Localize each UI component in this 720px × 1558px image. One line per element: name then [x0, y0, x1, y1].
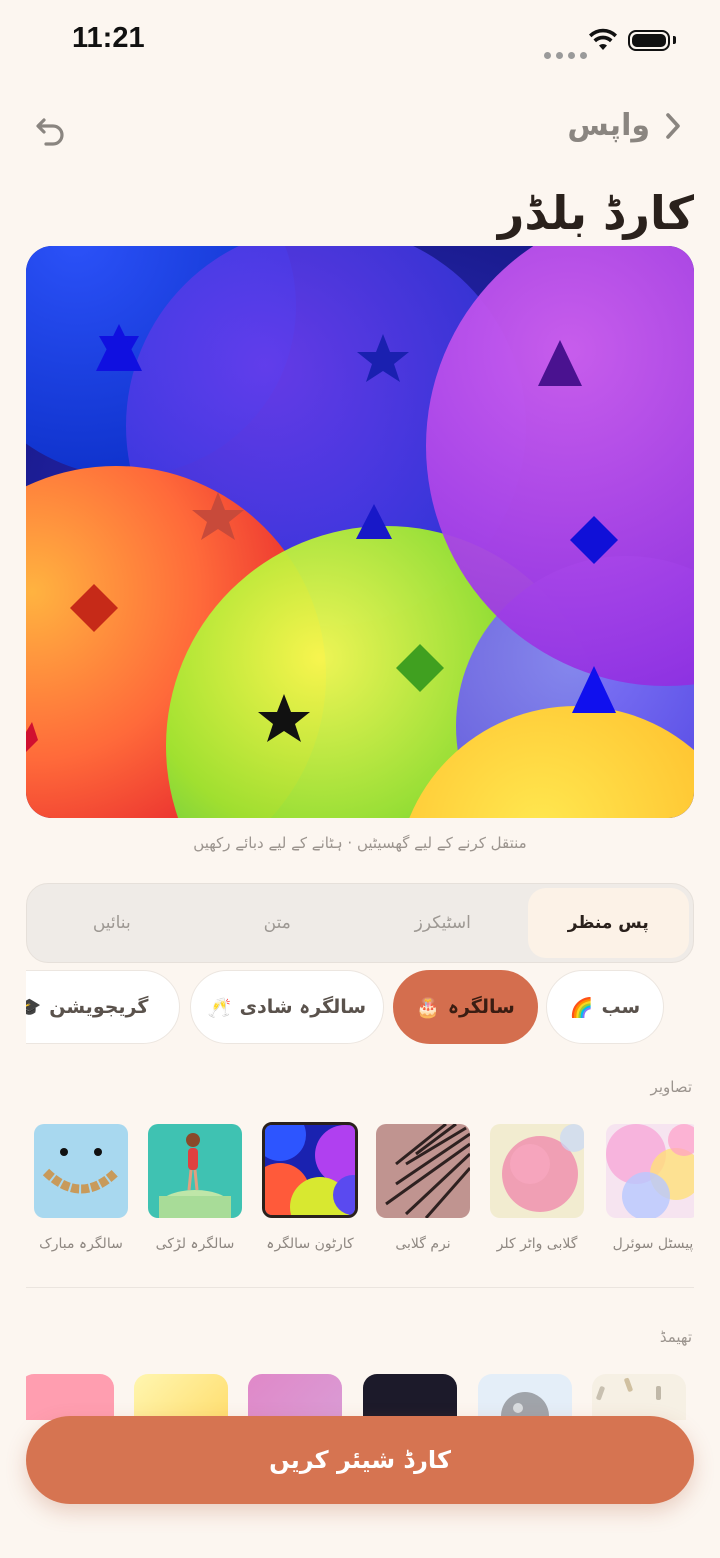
cake-icon: 🎂: [416, 996, 440, 1019]
canvas-hint: منتقل کرنے کے لیے گھسیٹیں · ہٹانے کے لیے…: [193, 834, 527, 852]
theme-yellow[interactable]: [134, 1374, 228, 1420]
photo-label: گلابی واٹر کلر: [496, 1236, 578, 1252]
cartoon-birthday-image: [265, 1125, 355, 1215]
photo-label: سالگرہ لڑکی: [155, 1236, 235, 1252]
undo-icon: [36, 118, 64, 146]
confetti-image: [596, 1377, 661, 1401]
happy-birthday-image: [34, 1124, 128, 1218]
theme-confetti[interactable]: [592, 1374, 686, 1420]
battery-icon: [628, 30, 670, 51]
card-background-image: [26, 246, 694, 818]
theme-balloon[interactable]: [478, 1374, 572, 1420]
chip-all[interactable]: سب 🌈: [546, 970, 664, 1044]
champagne-icon: 🥂: [207, 996, 232, 1019]
back-label: واپس: [567, 108, 650, 143]
chip-anniversary[interactable]: سالگرہ شادی 🥂: [190, 970, 384, 1044]
chip-label: سالگرہ شادی: [239, 996, 367, 1018]
photos-list: پیسٹل سوئرل گلابی واٹر کلر نرم گلابی کار…: [26, 1122, 694, 1262]
theme-rose[interactable]: [26, 1374, 114, 1420]
tab-stickers[interactable]: اسٹیکرز: [362, 888, 524, 958]
photo-pink-watercolor[interactable]: [490, 1124, 584, 1218]
page-title: کارڈ بلڈر: [497, 186, 694, 240]
photo-label: سالگرہ مبارک: [39, 1236, 123, 1252]
share-card-button[interactable]: کارڈ شیئر کریں: [26, 1416, 694, 1504]
birthday-girl-image: [148, 1124, 242, 1218]
theme-pink[interactable]: [248, 1374, 342, 1420]
section-divider: [26, 1287, 694, 1288]
tab-create[interactable]: بنائیں: [31, 888, 193, 958]
editor-tabs: پس منظر اسٹیکرز متن بنائیں: [26, 883, 694, 963]
chip-birthday[interactable]: سالگرہ 🎂: [393, 970, 538, 1044]
status-time: 11:21: [72, 22, 145, 54]
tab-text[interactable]: متن: [197, 888, 359, 958]
chip-graduation[interactable]: گریجویشن 🎓: [26, 970, 180, 1044]
pastel-swirl-image: [606, 1124, 694, 1218]
chip-label: سالگرہ: [447, 996, 515, 1018]
photo-pastel-swirl[interactable]: [606, 1124, 694, 1218]
photos-section-label: تصاویر: [650, 1078, 692, 1096]
photo-cartoon-birthday[interactable]: [262, 1122, 358, 1218]
photo-soft-pink[interactable]: [376, 1124, 470, 1218]
rainbow-icon: 🌈: [569, 996, 594, 1019]
battery-tip: [673, 36, 676, 44]
theme-dark[interactable]: [363, 1374, 457, 1420]
pink-watercolor-image: [490, 1124, 584, 1218]
graduation-cap-icon: 🎓: [26, 996, 42, 1019]
themed-list: [26, 1368, 694, 1420]
back-button[interactable]: واپس: [567, 108, 682, 143]
soft-pink-image: [376, 1124, 470, 1218]
photo-happy-birthday[interactable]: [34, 1124, 128, 1218]
chip-label: گریجویشن: [49, 996, 149, 1018]
photo-label: نرم گلابی: [395, 1236, 451, 1252]
signal-dots-icon: [544, 44, 592, 63]
category-chips: سب 🌈 سالگرہ 🎂 سالگرہ شادی 🥂 گریجویشن 🎓: [26, 968, 694, 1046]
chevron-right-icon: [666, 112, 680, 139]
tab-background[interactable]: پس منظر: [527, 888, 689, 958]
photo-label: کارٹون سالگرہ: [266, 1236, 354, 1252]
chip-label: سب: [601, 996, 641, 1018]
photo-birthday-girl[interactable]: [148, 1124, 242, 1218]
wifi-icon: [588, 28, 618, 56]
card-canvas[interactable]: [26, 246, 694, 818]
undo-button[interactable]: [34, 114, 68, 152]
themed-section-label: تھیمڈ: [659, 1328, 692, 1346]
photo-label: پیسٹل سوئرل: [612, 1236, 694, 1252]
balloon-image: [501, 1392, 549, 1420]
